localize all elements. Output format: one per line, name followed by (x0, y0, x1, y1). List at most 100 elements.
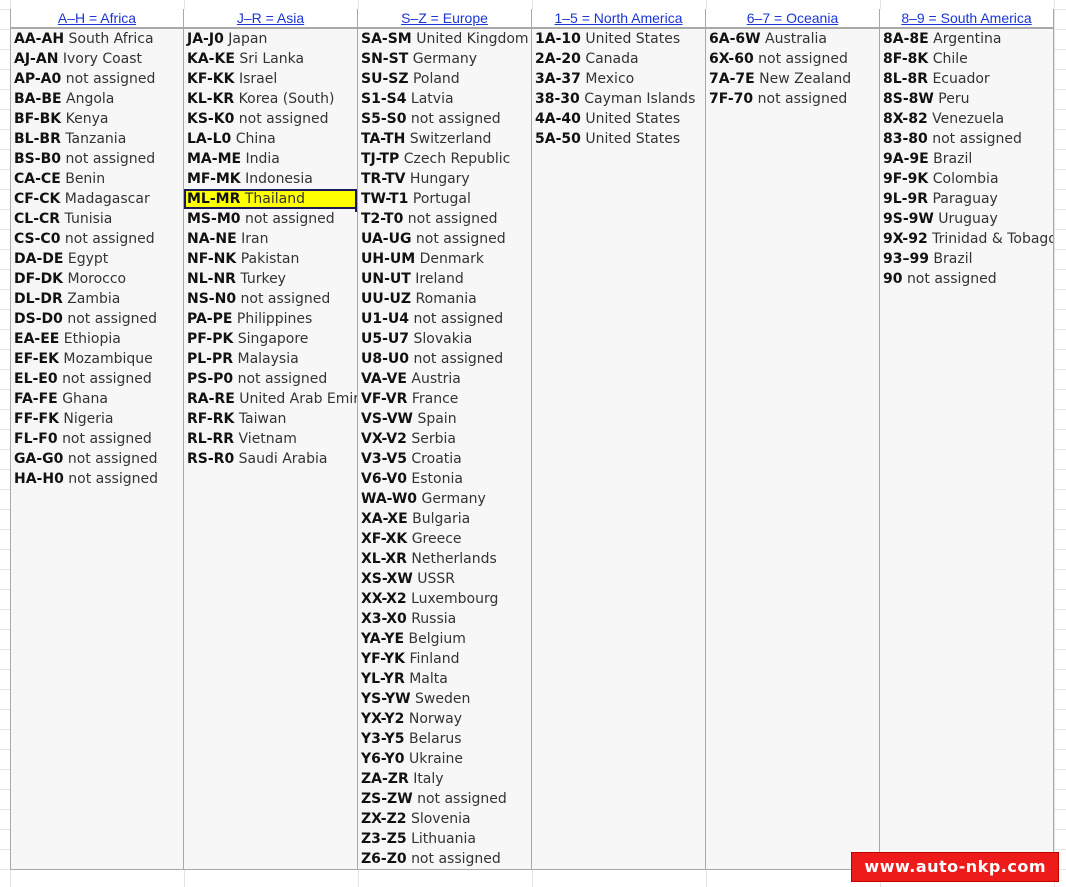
table-cell[interactable]: XA-XE Bulgaria (358, 509, 531, 529)
table-cell[interactable]: TA-TH Switzerland (358, 129, 531, 149)
table-cell[interactable]: 9F-9K Colombia (880, 169, 1053, 189)
table-cell[interactable]: SA-SM United Kingdom (358, 29, 531, 49)
table-cell[interactable]: UN-UT Ireland (358, 269, 531, 289)
table-cell[interactable]: 8A-8E Argentina (880, 29, 1053, 49)
table-cell[interactable]: Z3-Z5 Lithuania (358, 829, 531, 849)
table-cell[interactable]: VF-VR France (358, 389, 531, 409)
table-cell[interactable]: 2A-20 Canada (532, 49, 705, 69)
table-cell[interactable]: MA-ME India (184, 149, 357, 169)
table-cell[interactable]: GA-G0 not assigned (11, 449, 183, 469)
table-cell[interactable]: BL-BR Tanzania (11, 129, 183, 149)
table-cell[interactable]: 8X-82 Venezuela (880, 109, 1053, 129)
table-cell[interactable]: UH-UM Denmark (358, 249, 531, 269)
table-cell[interactable]: DS-D0 not assigned (11, 309, 183, 329)
table-cell[interactable]: T2-T0 not assigned (358, 209, 531, 229)
table-cell[interactable]: YX-Y2 Norway (358, 709, 531, 729)
table-cell[interactable]: FA-FE Ghana (11, 389, 183, 409)
table-cell[interactable]: SU-SZ Poland (358, 69, 531, 89)
table-cell[interactable]: S1-S4 Latvia (358, 89, 531, 109)
table-cell[interactable]: 83-80 not assigned (880, 129, 1053, 149)
table-cell[interactable]: VX-V2 Serbia (358, 429, 531, 449)
table-cell[interactable]: 6A-6W Australia (706, 29, 879, 49)
table-cell[interactable]: AJ-AN Ivory Coast (11, 49, 183, 69)
table-cell[interactable]: NF-NK Pakistan (184, 249, 357, 269)
table-cell[interactable]: NS-N0 not assigned (184, 289, 357, 309)
table-cell[interactable]: 3A-37 Mexico (532, 69, 705, 89)
table-cell[interactable]: 8L-8R Ecuador (880, 69, 1053, 89)
column-header-link[interactable]: A–H = Africa (11, 9, 183, 29)
table-cell[interactable]: VA-VE Austria (358, 369, 531, 389)
column-header-link[interactable]: S–Z = Europe (358, 9, 531, 29)
table-cell[interactable]: 8S-8W Peru (880, 89, 1053, 109)
table-cell[interactable]: U1-U4 not assigned (358, 309, 531, 329)
table-cell[interactable]: ZA-ZR Italy (358, 769, 531, 789)
table-cell[interactable]: RS-R0 Saudi Arabia (184, 449, 357, 469)
table-cell[interactable]: MS-M0 not assigned (184, 209, 357, 229)
table-cell[interactable]: WA-W0 Germany (358, 489, 531, 509)
table-cell[interactable]: DL-DR Zambia (11, 289, 183, 309)
table-cell[interactable]: BS-B0 not assigned (11, 149, 183, 169)
table-cell[interactable]: 9A-9E Brazil (880, 149, 1053, 169)
table-cell[interactable]: 9S-9W Uruguay (880, 209, 1053, 229)
table-cell[interactable]: PA-PE Philippines (184, 309, 357, 329)
table-cell[interactable]: FF-FK Nigeria (11, 409, 183, 429)
column-header-link[interactable]: 8–9 = South America (880, 9, 1053, 29)
table-cell[interactable]: CA-CE Benin (11, 169, 183, 189)
table-cell[interactable]: PL-PR Malaysia (184, 349, 357, 369)
table-cell[interactable]: NA-NE Iran (184, 229, 357, 249)
table-cell[interactable]: DA-DE Egypt (11, 249, 183, 269)
table-cell[interactable]: U8-U0 not assigned (358, 349, 531, 369)
table-cell[interactable]: U5-U7 Slovakia (358, 329, 531, 349)
table-cell[interactable]: YS-YW Sweden (358, 689, 531, 709)
column-header-link[interactable]: J–R = Asia (184, 9, 357, 29)
table-cell[interactable]: TR-TV Hungary (358, 169, 531, 189)
table-cell[interactable]: Y3-Y5 Belarus (358, 729, 531, 749)
table-cell[interactable]: 4A-40 United States (532, 109, 705, 129)
table-cell[interactable]: UA-UG not assigned (358, 229, 531, 249)
table-cell[interactable]: ZX-Z2 Slovenia (358, 809, 531, 829)
table-cell[interactable]: 7A-7E New Zealand (706, 69, 879, 89)
table-cell[interactable]: HA-H0 not assigned (11, 469, 183, 489)
table-cell[interactable]: KF-KK Israel (184, 69, 357, 89)
table-cell[interactable]: KS-K0 not assigned (184, 109, 357, 129)
table-cell[interactable]: TW-T1 Portugal (358, 189, 531, 209)
table-cell[interactable]: YL-YR Malta (358, 669, 531, 689)
table-cell[interactable]: RF-RK Taiwan (184, 409, 357, 429)
table-cell[interactable]: 9L-9R Paraguay (880, 189, 1053, 209)
table-cell[interactable]: XX-X2 Luxembourg (358, 589, 531, 609)
table-cell[interactable]: XL-XR Netherlands (358, 549, 531, 569)
table-cell[interactable]: EF-EK Mozambique (11, 349, 183, 369)
table-cell[interactable]: AA-AH South Africa (11, 29, 183, 49)
table-cell[interactable]: EL-E0 not assigned (11, 369, 183, 389)
table-cell[interactable]: 38-30 Cayman Islands (532, 89, 705, 109)
table-cell[interactable]: 9X-92 Trinidad & Tobago (880, 229, 1053, 249)
column-header-link[interactable]: 6–7 = Oceania (706, 9, 879, 29)
table-cell[interactable]: 6X-60 not assigned (706, 49, 879, 69)
table-cell[interactable]: V6-V0 Estonia (358, 469, 531, 489)
table-cell[interactable]: CF-CK Madagascar (11, 189, 183, 209)
table-cell[interactable]: JA-J0 Japan (184, 29, 357, 49)
table-cell[interactable]: PF-PK Singapore (184, 329, 357, 349)
table-cell[interactable]: EA-EE Ethiopia (11, 329, 183, 349)
table-cell[interactable]: 8F-8K Chile (880, 49, 1053, 69)
table-cell[interactable]: VS-VW Spain (358, 409, 531, 429)
table-cell[interactable]: Y6-Y0 Ukraine (358, 749, 531, 769)
table-cell[interactable]: YA-YE Belgium (358, 629, 531, 649)
table-cell[interactable]: ZS-ZW not assigned (358, 789, 531, 809)
table-cell[interactable]: RL-RR Vietnam (184, 429, 357, 449)
table-cell[interactable]: DF-DK Morocco (11, 269, 183, 289)
table-cell[interactable]: BF-BK Kenya (11, 109, 183, 129)
table-cell[interactable]: 7F-70 not assigned (706, 89, 879, 109)
selected-cell[interactable]: ML-MR Thailand (184, 189, 357, 212)
table-cell[interactable]: CS-C0 not assigned (11, 229, 183, 249)
table-cell[interactable]: RA-RE United Arab Emirat (184, 389, 357, 409)
table-cell[interactable]: 5A-50 United States (532, 129, 705, 149)
table-cell[interactable]: UU-UZ Romania (358, 289, 531, 309)
table-cell[interactable]: 90 not assigned (880, 269, 1053, 289)
table-cell[interactable]: XF-XK Greece (358, 529, 531, 549)
table-cell[interactable]: Z6-Z0 not assigned (358, 849, 531, 869)
table-cell[interactable]: FL-F0 not assigned (11, 429, 183, 449)
table-cell[interactable]: LA-L0 China (184, 129, 357, 149)
table-cell[interactable]: BA-BE Angola (11, 89, 183, 109)
table-cell[interactable]: TJ-TP Czech Republic (358, 149, 531, 169)
